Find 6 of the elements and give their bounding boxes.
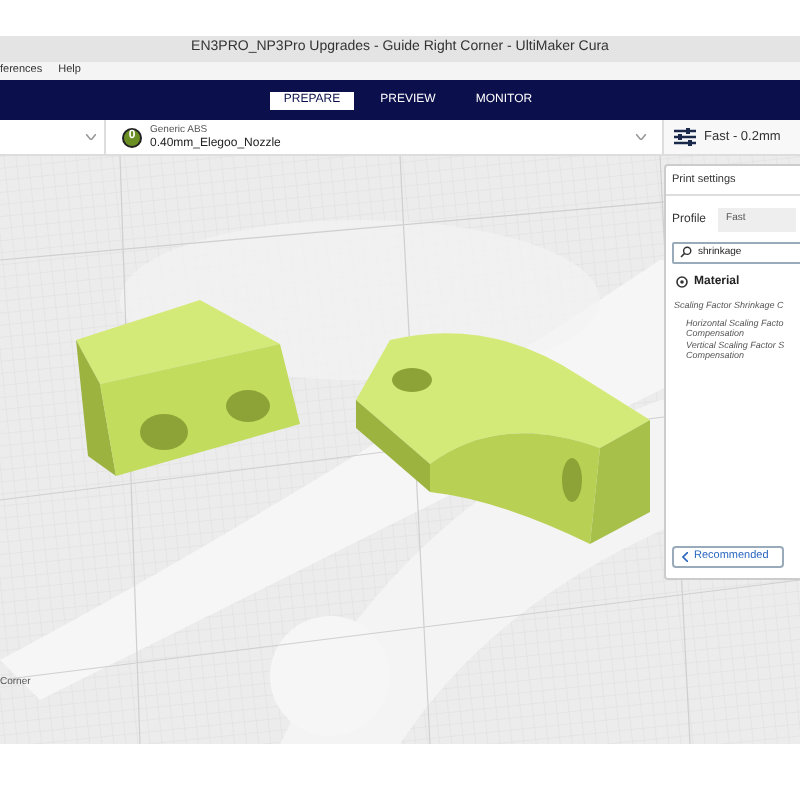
search-icon xyxy=(680,246,692,259)
sliders-icon xyxy=(674,128,696,146)
dropdown-icon[interactable] xyxy=(636,134,646,140)
material-icon xyxy=(676,276,688,289)
dropdown-icon[interactable] xyxy=(86,134,96,140)
chevron-left-icon xyxy=(682,552,688,562)
